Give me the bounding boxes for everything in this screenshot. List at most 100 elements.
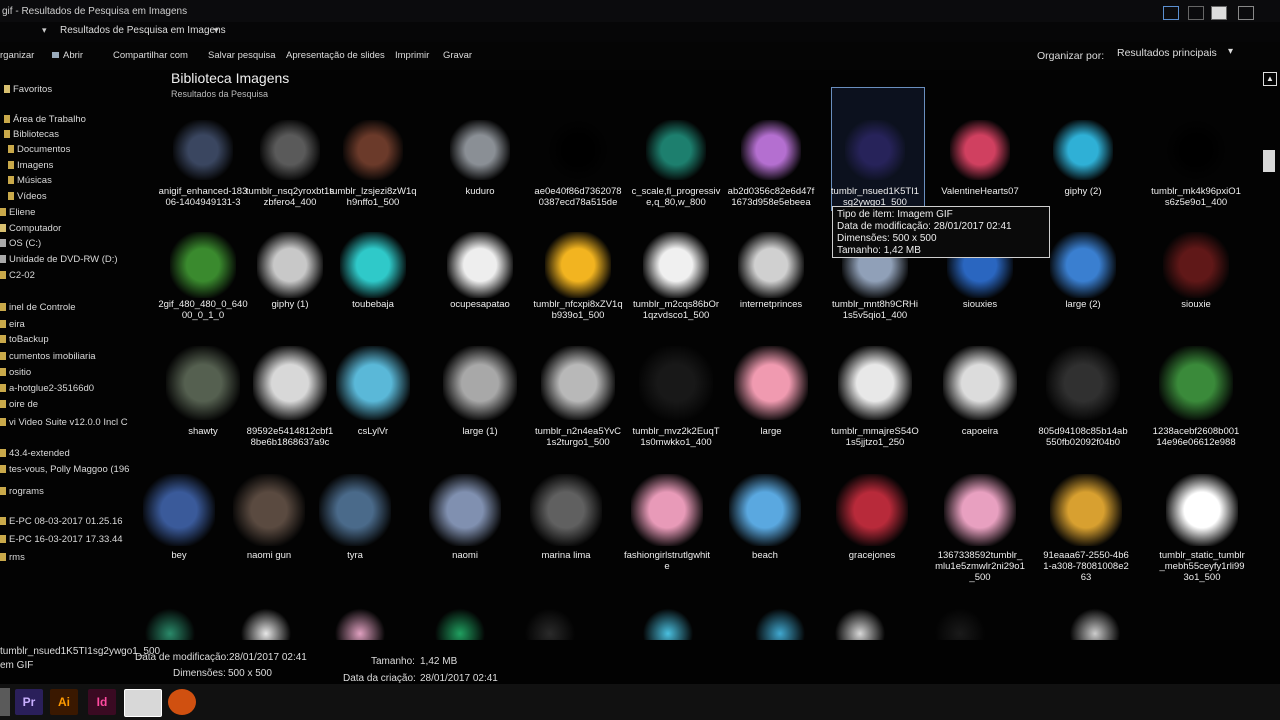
image-filename[interactable]: fashiongirlstrutlgwhite [622,550,712,572]
image-filename[interactable]: internetprinces [726,299,816,310]
image-filename[interactable]: large (2) [1038,299,1128,310]
image-filename[interactable]: ValentineHearts07 [935,186,1025,197]
share-button[interactable]: Compartilhar com [113,50,188,61]
vertical-scrollbar[interactable]: ▲ [1262,72,1277,682]
image-thumbnail[interactable] [1166,474,1238,546]
chevron-down-icon[interactable]: ▾ [42,25,47,36]
image-thumbnail[interactable] [755,608,805,640]
image-filename[interactable]: naomi gun [224,550,314,561]
image-filename[interactable]: tumblr_nsq2yroxbt1szbfero4_400 [245,186,335,208]
image-thumbnail[interactable] [443,346,517,420]
image-thumbnail[interactable] [260,120,320,180]
sidebar-item[interactable]: rms [0,552,25,563]
image-filename[interactable]: tumblr_m2cqs86bOr1qzvdsco1_500 [631,299,721,321]
image-thumbnail[interactable] [1050,232,1116,298]
image-filename[interactable]: beach [720,550,810,561]
sidebar-item[interactable]: Unidade de DVD-RW (D:) [0,254,118,265]
scroll-thumb[interactable] [1263,150,1275,172]
close-button[interactable] [1238,6,1254,20]
image-thumbnail[interactable] [631,474,703,546]
image-thumbnail[interactable] [1050,474,1122,546]
image-thumbnail[interactable] [1070,608,1120,640]
image-filename[interactable]: bey [134,550,224,561]
scroll-up-arrow[interactable]: ▲ [1263,72,1277,86]
sidebar-item[interactable]: Computador [0,223,61,234]
restore-button[interactable] [1188,6,1204,20]
image-thumbnail[interactable] [319,474,391,546]
image-filename[interactable]: anigif_enhanced-18306-1404949131-3 [158,186,248,208]
sidebar-item[interactable]: Bibliotecas [4,129,59,140]
sidebar-item[interactable]: tes-vous, Polly Maggoo (196 [0,464,129,475]
minimize-button[interactable] [1163,6,1179,20]
image-thumbnail[interactable] [836,474,908,546]
burn-button[interactable]: Gravar [443,50,472,61]
image-filename[interactable]: 89592e5414812cbf18be6b1868637a9c [245,426,335,448]
chevron-down-icon[interactable]: ▾ [214,25,219,36]
image-thumbnail[interactable] [729,474,801,546]
image-thumbnail[interactable] [447,232,513,298]
sidebar-item[interactable]: cumentos imobiliaria [0,351,96,362]
image-thumbnail[interactable] [525,608,575,640]
image-filename[interactable]: giphy (2) [1038,186,1128,197]
image-filename[interactable]: tyra [310,550,400,561]
sidebar-item[interactable]: Área de Trabalho [4,114,86,125]
image-filename[interactable]: giphy (1) [245,299,335,310]
image-filename[interactable]: c_scale,fl_progressive,q_80,w_800 [631,186,721,208]
image-thumbnail[interactable] [643,232,709,298]
image-thumbnail[interactable] [944,474,1016,546]
image-filename[interactable]: 805d94108c85b14ab550fb02092f04b0 [1038,426,1128,448]
image-thumbnail[interactable] [545,232,611,298]
image-thumbnail[interactable] [145,608,195,640]
sidebar-item[interactable]: E-PC 16-03-2017 17.33.44 [0,534,123,545]
image-thumbnail[interactable] [173,120,233,180]
image-thumbnail[interactable] [335,608,385,640]
image-thumbnail[interactable] [241,608,291,640]
breadcrumb[interactable]: Resultados de Pesquisa em Imagens [60,25,226,36]
sidebar-item[interactable]: Favoritos [4,84,52,95]
image-filename[interactable]: csLylVr [328,426,418,437]
sidebar-item[interactable]: OS (C:) [0,238,41,249]
image-thumbnail[interactable] [166,346,240,420]
image-thumbnail[interactable] [1163,232,1229,298]
open-button[interactable]: Abrir [52,50,83,61]
sidebar-item[interactable]: rograms [0,486,44,497]
organize-button[interactable]: rganizar [0,50,34,61]
print-button[interactable]: Imprimir [395,50,429,61]
image-filename[interactable]: tumblr_mvz2k2EuqT1s0mwkko1_400 [631,426,721,448]
image-filename[interactable]: ab2d0356c82e6d47f1673d958e5ebeea [726,186,816,208]
firefox-icon[interactable] [168,689,196,715]
image-thumbnail[interactable] [530,474,602,546]
address-bar[interactable]: ▾ Resultados de Pesquisa em Imagens ▾ [0,22,1280,42]
image-filename[interactable]: tumblr_nfcxpi8xZV1qb939o1_500 [533,299,623,321]
image-filename[interactable]: toubebaja [328,299,418,310]
save-search-button[interactable]: Salvar pesquisa [208,50,276,61]
sidebar-item[interactable]: vi Video Suite v12.0.0 Incl C [0,417,128,428]
maximize-button[interactable] [1211,6,1227,20]
image-filename[interactable]: 1367338592tumblr_mlu1e5zmwlr2ni29o1_500 [935,550,1025,583]
sort-dropdown[interactable]: Resultados principais [1117,47,1217,59]
image-thumbnail[interactable] [450,120,510,180]
image-filename[interactable]: gracejones [827,550,917,561]
sidebar-item[interactable]: Imagens [8,160,53,171]
image-thumbnail[interactable] [950,120,1010,180]
image-filename[interactable]: 1238acebf2608b00114e96e06612e988 [1151,426,1241,448]
image-thumbnail[interactable] [1166,120,1226,180]
image-thumbnail[interactable] [643,608,693,640]
image-thumbnail[interactable] [1046,346,1120,420]
image-thumbnail[interactable] [170,232,236,298]
sidebar-item[interactable]: Eliene [0,207,35,218]
image-thumbnail[interactable] [738,232,804,298]
image-filename[interactable]: 2gif_480_480_0_64000_0_1_0 [158,299,248,321]
sidebar-item[interactable]: inel de Controle [0,302,76,313]
sidebar-item[interactable]: Documentos [8,144,70,155]
image-thumbnail[interactable] [639,346,713,420]
image-thumbnail[interactable] [741,120,801,180]
explorer-icon[interactable] [124,689,162,717]
image-thumbnail[interactable] [435,608,485,640]
image-filename[interactable]: ae0e40f86d73620780387ecd78a515de [533,186,623,208]
illustrator-icon[interactable]: Ai [50,689,78,715]
image-thumbnail[interactable] [233,474,305,546]
image-thumbnail[interactable] [343,120,403,180]
sidebar-item[interactable]: C2-02 [0,270,35,281]
image-filename[interactable]: naomi [420,550,510,561]
